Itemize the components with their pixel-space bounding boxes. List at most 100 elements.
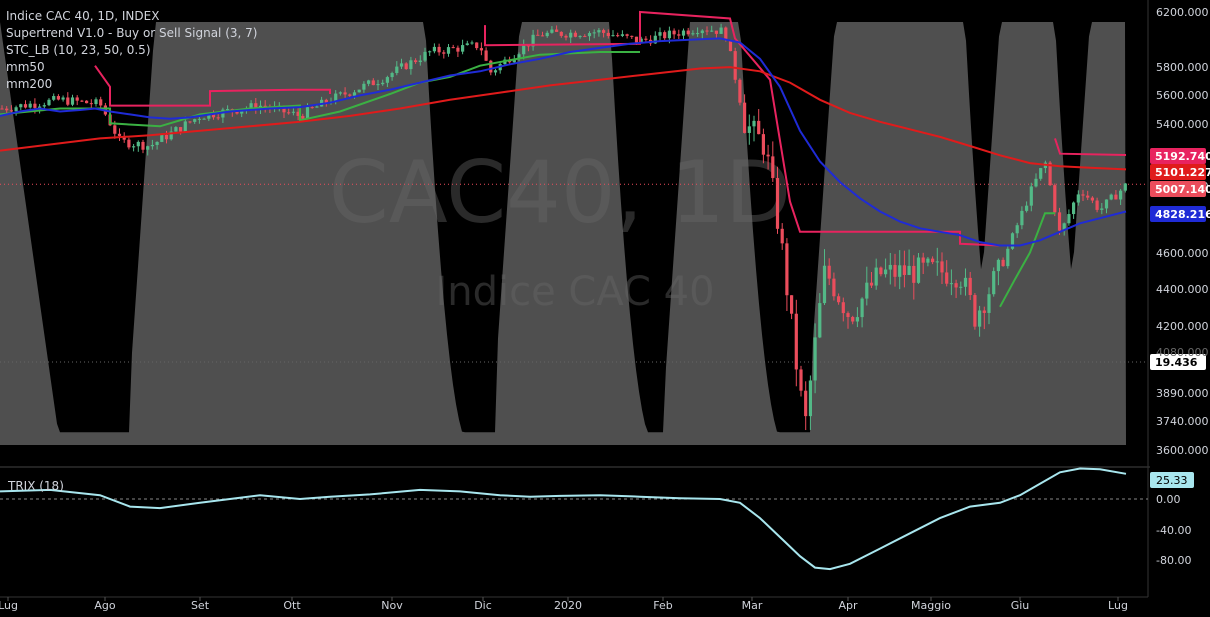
candle-body bbox=[1053, 185, 1057, 213]
candle-body bbox=[338, 92, 342, 94]
candle-body bbox=[1006, 248, 1010, 267]
candle-body bbox=[686, 30, 690, 35]
price-badge-label: 5192.740 bbox=[1155, 150, 1210, 163]
time-tick-label: Lug bbox=[0, 599, 18, 612]
candle-body bbox=[663, 32, 667, 39]
candle-body bbox=[19, 104, 23, 108]
candle-body bbox=[893, 264, 897, 277]
candle-body bbox=[179, 127, 183, 132]
candle-body bbox=[808, 380, 812, 417]
candle-body bbox=[949, 283, 953, 285]
candle-body bbox=[395, 66, 399, 74]
candle-body bbox=[357, 89, 361, 93]
candle-body bbox=[874, 267, 878, 286]
candle-body bbox=[940, 261, 944, 273]
candle-body bbox=[1025, 205, 1029, 211]
candle-body bbox=[968, 277, 972, 296]
candle-body bbox=[80, 100, 84, 102]
price-badge: 5101.227 bbox=[1150, 164, 1210, 180]
candle-body bbox=[634, 36, 639, 43]
candle-body bbox=[301, 115, 305, 119]
candle-body bbox=[888, 264, 892, 270]
candle-body bbox=[367, 80, 371, 84]
candle-body bbox=[376, 84, 380, 86]
candle-body bbox=[963, 277, 968, 287]
candle-body bbox=[752, 120, 756, 127]
candle-body bbox=[884, 269, 888, 275]
candle-body bbox=[973, 295, 977, 327]
candle-body bbox=[428, 51, 432, 53]
candle-body bbox=[522, 45, 526, 55]
candle-body bbox=[602, 30, 606, 33]
candle-body bbox=[912, 265, 916, 283]
candle-body bbox=[790, 295, 794, 314]
candle-body bbox=[305, 107, 310, 119]
candle-body bbox=[437, 46, 441, 53]
candle-body bbox=[287, 112, 291, 114]
candle-body bbox=[1029, 186, 1033, 206]
candle-body bbox=[5, 108, 9, 111]
candle-body bbox=[475, 42, 479, 49]
candle-body bbox=[573, 32, 577, 37]
candle-body bbox=[1039, 168, 1043, 179]
candle-body bbox=[691, 33, 695, 35]
price-badge-label: 5007.140 bbox=[1155, 183, 1210, 196]
legend-mm200[interactable]: mm200 bbox=[6, 76, 257, 93]
candle-body bbox=[540, 35, 545, 37]
candle-body bbox=[841, 302, 845, 314]
candle-body bbox=[761, 134, 765, 155]
candle-body bbox=[56, 96, 60, 100]
candle-body bbox=[141, 141, 145, 150]
candle-body bbox=[677, 34, 681, 36]
price-tick-label: 3600.000 bbox=[1156, 444, 1209, 457]
candle-body bbox=[879, 267, 883, 275]
legend-mm50[interactable]: mm50 bbox=[6, 59, 257, 76]
price-tick-label: 4600.000 bbox=[1156, 247, 1209, 260]
candle-body bbox=[630, 35, 634, 37]
candle-body bbox=[33, 103, 37, 108]
candle-body bbox=[771, 156, 775, 179]
candle-body bbox=[442, 52, 446, 54]
candle-body bbox=[545, 32, 549, 37]
candle-body bbox=[837, 296, 841, 303]
candle-body bbox=[865, 282, 869, 299]
legend-stc[interactable]: STC_LB (10, 23, 50, 0.5) bbox=[6, 42, 257, 59]
candle-body bbox=[1015, 225, 1019, 234]
chart-legend: Indice CAC 40, 1D, INDEX Supertrend V1.0… bbox=[6, 8, 257, 93]
candle-body bbox=[75, 97, 79, 101]
candle-body bbox=[1001, 259, 1005, 267]
candle-body bbox=[1072, 202, 1076, 215]
candle-body bbox=[902, 265, 906, 275]
candle-body bbox=[70, 97, 75, 105]
price-tick-label: 5400.000 bbox=[1156, 118, 1209, 131]
trix-badge-label: 25.33 bbox=[1156, 474, 1188, 487]
candle-body bbox=[931, 258, 935, 263]
candle-body bbox=[846, 313, 850, 318]
candle-body bbox=[536, 34, 540, 36]
legend-title[interactable]: Indice CAC 40, 1D, INDEX bbox=[6, 8, 257, 25]
candle-body bbox=[743, 102, 747, 133]
candle-body bbox=[1076, 194, 1080, 203]
candle-body bbox=[1114, 194, 1118, 200]
candle-body bbox=[385, 77, 389, 83]
legend-supertrend[interactable]: Supertrend V1.0 - Buy or Sell Signal (3,… bbox=[6, 25, 257, 42]
candle-body bbox=[794, 313, 798, 370]
candle-body bbox=[94, 99, 98, 105]
candle-body bbox=[1086, 195, 1090, 198]
candle-body bbox=[446, 47, 451, 54]
price-tick-label: 3890.000 bbox=[1156, 387, 1209, 400]
candle-body bbox=[61, 97, 65, 100]
candle-body bbox=[555, 29, 559, 32]
candle-body bbox=[696, 33, 700, 35]
candle-body bbox=[714, 30, 718, 34]
candle-body bbox=[827, 265, 831, 279]
candle-body bbox=[127, 139, 131, 148]
trix-legend[interactable]: TRIX (18) bbox=[8, 479, 64, 493]
price-tick-label: 5600.000 bbox=[1156, 89, 1209, 102]
candle-body bbox=[146, 146, 150, 150]
candle-body bbox=[315, 106, 319, 108]
candle-body bbox=[757, 120, 761, 135]
chart-window[interactable]: CAC40, 1DIndice CAC 406200.0005800.00056… bbox=[0, 0, 1210, 617]
candle-body bbox=[348, 94, 352, 96]
candle-body bbox=[616, 35, 620, 37]
